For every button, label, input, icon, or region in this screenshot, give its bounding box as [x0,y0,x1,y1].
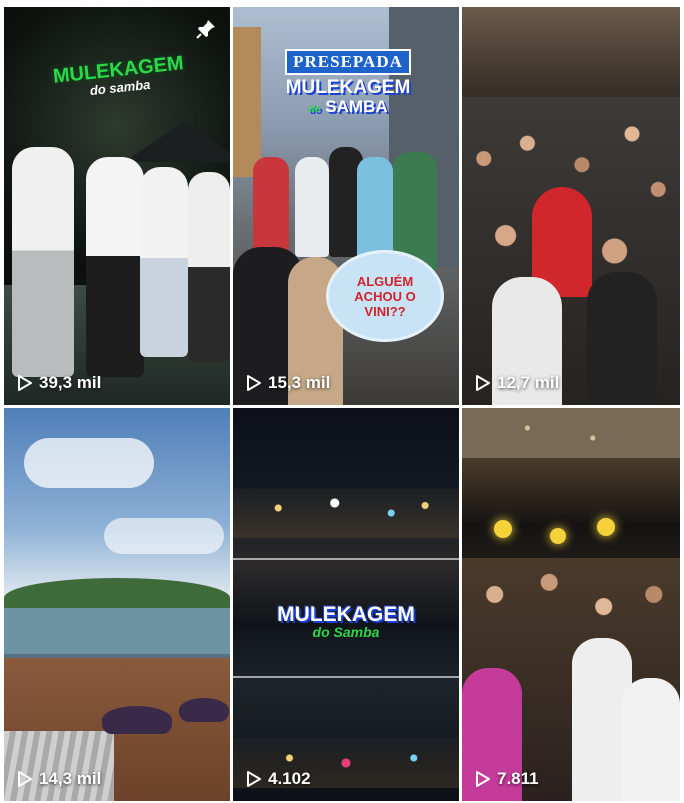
view-count-label: 15,3 mil [268,373,331,392]
roof [4,731,114,801]
view-count: 4.102 [246,769,311,789]
reel-tile[interactable]: 14,3 mil [4,408,230,801]
umbrella [179,698,229,722]
view-count-label: 39,3 mil [39,373,102,392]
reel-tile[interactable]: PRESEPADA MULEKAGEM do SAMBA ALGUÉM ACHO… [233,7,459,405]
reel-tile[interactable]: 12,7 mil [462,7,680,405]
person [295,157,329,257]
reel-title-overlay: PRESEPADA MULEKAGEM do SAMBA [273,49,423,117]
view-count: 14,3 mil [17,769,101,789]
person [140,167,188,357]
view-count: 12,7 mil [475,373,559,393]
person [253,157,289,257]
water [4,608,230,654]
title-main: MULEKAGEM [285,77,411,98]
cloud [104,518,224,554]
pin-icon [194,17,218,46]
person [357,157,393,267]
divider-line [233,558,459,560]
title-sub: SAMBA [325,97,388,116]
lantern [597,518,615,536]
play-icon [18,375,32,391]
reel-title-overlay: MULEKAGEM do Samba [261,603,431,640]
umbrella [102,706,172,734]
person [86,157,144,377]
bubble-text: ALGUÉM ACHOU O VINI?? [354,273,416,319]
view-count-label: 12,7 mil [497,373,560,392]
reels-grid: MULEKAGEM do samba 39,3 mil PRESEPADA MU… [4,7,680,801]
view-count: 15,3 mil [246,373,330,393]
play-icon [476,771,490,787]
reel-tile[interactable]: MULEKAGEM do samba 39,3 mil [4,7,230,405]
person [12,147,74,377]
title-banner: PRESEPADA [285,49,411,75]
play-icon [247,375,261,391]
person [188,172,230,362]
view-count-label: 4.102 [268,769,311,788]
ceiling [462,408,680,458]
view-count-label: 7.811 [497,769,539,788]
thought-bubble: ALGUÉM ACHOU O VINI?? [329,253,441,339]
person [587,272,657,405]
play-icon [247,771,261,787]
lantern [550,528,566,544]
city-lights [233,488,459,538]
building [233,27,261,177]
view-count: 39,3 mil [17,373,101,393]
view-count: 7.811 [475,769,539,789]
reel-tile[interactable]: 7.811 [462,408,680,801]
cloud [24,438,154,488]
play-icon [476,375,490,391]
view-count-label: 14,3 mil [39,769,102,788]
lantern [494,520,512,538]
divider-line [233,676,459,678]
person [622,678,680,801]
reel-tile[interactable]: MULEKAGEM do Samba 4.102 [233,408,459,801]
play-icon [18,771,32,787]
title-join: do [308,104,321,115]
tent-shape [124,122,230,162]
